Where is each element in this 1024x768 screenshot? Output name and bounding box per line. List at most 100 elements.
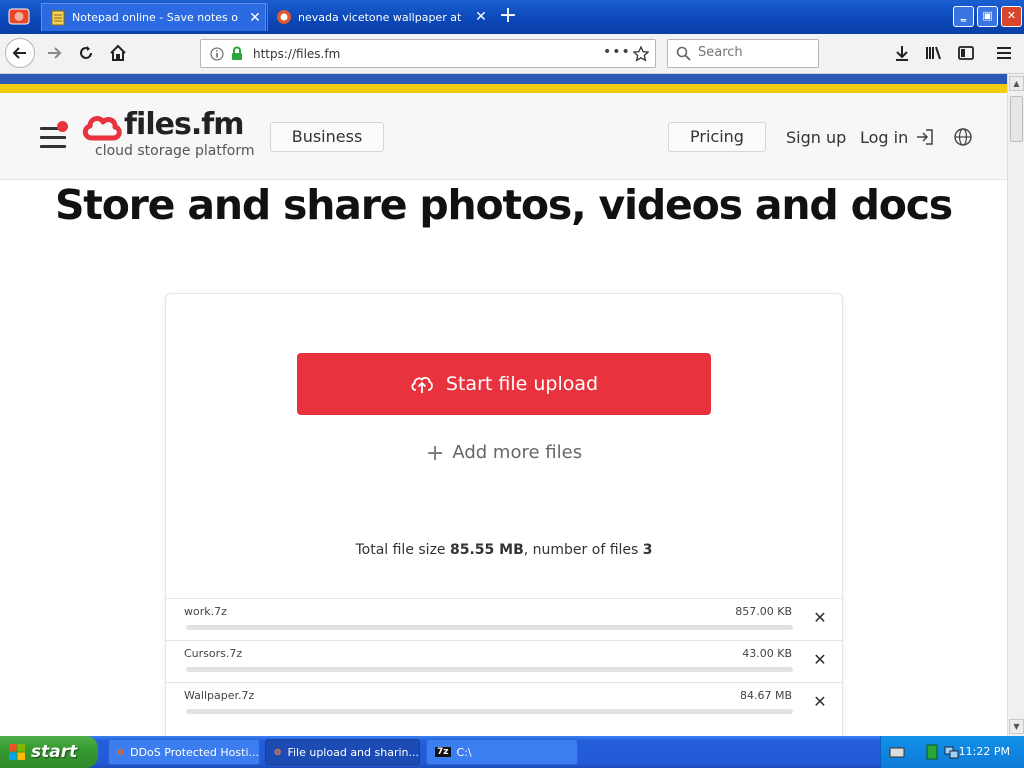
- maximize-button[interactable]: ▣: [977, 6, 998, 27]
- cloud-logo-icon: [82, 116, 122, 141]
- scroll-up-icon[interactable]: ▲: [1009, 76, 1024, 91]
- firefox-app-icon: [117, 748, 124, 756]
- firefox-menu-icon[interactable]: [6, 5, 34, 29]
- page-headline: Store and share photos, videos and docs: [54, 181, 953, 229]
- downloads-button[interactable]: [888, 39, 916, 67]
- hamburger-menu-icon: [997, 47, 1011, 59]
- tab-close-icon[interactable]: ✕: [471, 9, 491, 25]
- home-button[interactable]: [104, 39, 132, 67]
- signup-link[interactable]: Sign up: [786, 128, 846, 147]
- network-tray-icon[interactable]: [943, 744, 959, 760]
- login-icon[interactable]: [915, 127, 935, 147]
- remove-file-icon[interactable]: ✕: [812, 652, 828, 668]
- plus-icon: +: [425, 441, 445, 466]
- 7zip-app-icon: 7z: [435, 747, 451, 757]
- taskbar-item-label: DDoS Protected Hosti...: [130, 745, 259, 759]
- total-size-value: 85.55 MB: [450, 542, 524, 558]
- file-size: 43.00 KB: [742, 647, 792, 660]
- tab-title: Notepad online - Save notes online: [72, 11, 239, 24]
- start-file-upload-button[interactable]: Start file upload: [297, 353, 711, 415]
- login-link[interactable]: Log in: [860, 128, 908, 147]
- windows-logo-icon: [9, 744, 25, 760]
- language-globe-icon[interactable]: [953, 127, 973, 147]
- web-page: files.fm cloud storage platform Business…: [0, 93, 1007, 736]
- minimize-button[interactable]: ‗: [953, 6, 974, 27]
- address-bar[interactable]: https://files.fm •••: [200, 39, 656, 68]
- notepad-favicon-icon: [51, 10, 65, 25]
- file-size: 857.00 KB: [735, 605, 792, 618]
- download-icon: [896, 46, 908, 61]
- search-input[interactable]: [698, 45, 808, 60]
- file-count-value: 3: [642, 542, 653, 558]
- business-button[interactable]: Business: [270, 122, 384, 152]
- library-button[interactable]: [920, 39, 948, 67]
- close-window-button[interactable]: ✕: [1001, 6, 1022, 27]
- logo-tagline: cloud storage platform: [95, 143, 255, 159]
- search-icon: [676, 46, 691, 61]
- navigation-toolbar: https://files.fm •••: [0, 34, 1024, 74]
- tab-notepad-online[interactable]: Notepad online - Save notes online ✕: [41, 3, 266, 31]
- remove-file-icon[interactable]: ✕: [812, 610, 828, 626]
- sidebar-icon: [958, 46, 974, 60]
- hamburger-line: [40, 145, 66, 148]
- site-header: files.fm cloud storage platform Business…: [0, 93, 1007, 180]
- file-progress-bar: [186, 667, 793, 672]
- file-row: Cursors.7z 43.00 KB ✕: [166, 640, 842, 682]
- file-name: Wallpaper.7z: [184, 689, 255, 702]
- restore-icon: ▣: [982, 9, 993, 22]
- upload-card: Start file upload + Add more files Total …: [165, 293, 843, 736]
- add-more-label: Add more files: [452, 442, 583, 463]
- browser-titlebar: Notepad online - Save notes online ✕ nev…: [0, 0, 1024, 34]
- keyboard-tray-icon[interactable]: [889, 745, 905, 759]
- total-size-prefix: Total file size: [355, 542, 446, 558]
- flag-stripe-yellow: [0, 84, 1024, 93]
- tab-title: nevada vicetone wallpaper at Duc: [298, 10, 465, 24]
- taskbar-item-ddos[interactable]: DDoS Protected Hosti...: [108, 739, 260, 765]
- scroll-thumb[interactable]: [1010, 96, 1023, 142]
- file-name: work.7z: [184, 605, 227, 618]
- sidebar-button[interactable]: [952, 39, 980, 67]
- hamburger-line: [40, 136, 66, 139]
- bookmark-star-icon[interactable]: [633, 46, 649, 62]
- site-menu-button[interactable]: [40, 121, 68, 149]
- new-tab-button[interactable]: +: [494, 3, 522, 31]
- notification-dot-icon: [57, 121, 68, 132]
- pricing-button[interactable]: Pricing: [668, 122, 766, 152]
- start-label: start: [31, 742, 78, 762]
- scroll-down-icon[interactable]: ▼: [1009, 719, 1024, 734]
- forward-button[interactable]: [40, 39, 68, 67]
- file-progress-bar: [186, 709, 793, 714]
- taskbar-item-7zip[interactable]: 7z C:\: [426, 739, 578, 765]
- page-actions-icon[interactable]: •••: [603, 44, 631, 60]
- app-tray-icon[interactable]: [925, 744, 939, 760]
- library-icon: [926, 46, 941, 60]
- clock: 11:22 PM: [958, 745, 1010, 758]
- minimize-icon: ‗: [960, 9, 967, 22]
- url-text: https://files.fm: [253, 47, 341, 61]
- file-progress-bar: [186, 625, 793, 630]
- add-more-files-link[interactable]: + Add more files: [166, 441, 842, 466]
- taskbar-item-label: File upload and sharin...: [287, 745, 419, 759]
- back-button[interactable]: [5, 38, 35, 68]
- file-size: 84.67 MB: [739, 689, 792, 702]
- duckduckgo-favicon-icon: [277, 10, 291, 24]
- tab-duckduckgo[interactable]: nevada vicetone wallpaper at Duc ✕: [267, 3, 491, 31]
- vertical-scrollbar[interactable]: ▲ ▼: [1007, 74, 1024, 736]
- system-tray: 11:22 PM: [880, 736, 1024, 768]
- info-icon[interactable]: [210, 47, 224, 61]
- tab-close-icon[interactable]: ✕: [245, 10, 265, 26]
- flag-stripe-blue: [0, 74, 1024, 84]
- windows-taskbar: start DDoS Protected Hosti... File uploa…: [0, 736, 1024, 768]
- upload-summary: Total file size 85.55 MB, number of file…: [166, 542, 842, 558]
- file-count-prefix: , number of files: [523, 542, 639, 558]
- remove-file-icon[interactable]: ✕: [812, 694, 828, 710]
- taskbar-item-files-fm[interactable]: File upload and sharin...: [265, 739, 420, 765]
- reload-button[interactable]: [72, 39, 100, 67]
- open-menu-button[interactable]: [990, 39, 1018, 67]
- start-upload-label: Start file upload: [445, 373, 599, 395]
- secure-lock-icon[interactable]: [230, 46, 244, 61]
- start-button[interactable]: start: [0, 736, 98, 768]
- firefox-app-icon: [274, 748, 281, 756]
- file-name: Cursors.7z: [184, 647, 243, 660]
- search-bar[interactable]: [667, 39, 819, 68]
